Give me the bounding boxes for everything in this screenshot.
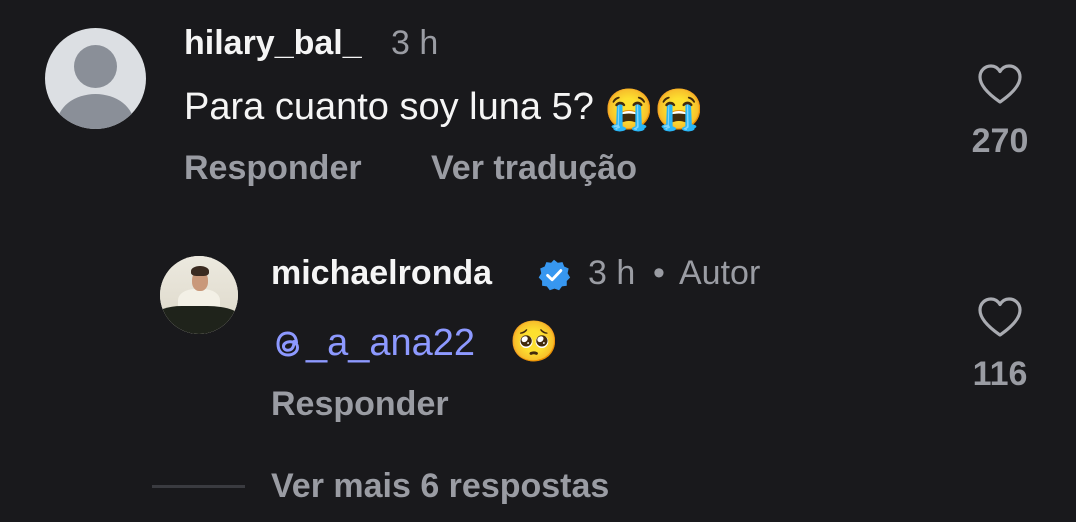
reply-username[interactable]: michaelronda bbox=[271, 254, 492, 293]
pleading-face-icon: 🥺 bbox=[509, 320, 559, 364]
avatar[interactable] bbox=[160, 256, 238, 334]
heart-icon[interactable] bbox=[976, 62, 1024, 106]
comment-text-body: Para cuanto soy luna 5? bbox=[184, 86, 594, 128]
crying-face-icon: 😭 bbox=[604, 88, 655, 132]
mention-link[interactable]: _a_ana22 bbox=[306, 322, 475, 365]
reply-button[interactable]: Responder bbox=[271, 385, 449, 424]
reply-button[interactable]: Responder bbox=[184, 149, 362, 188]
like-count[interactable]: 116 bbox=[960, 355, 1040, 394]
avatar[interactable] bbox=[45, 28, 146, 129]
comment-username[interactable]: hilary_bal_ bbox=[184, 24, 362, 63]
heart-icon[interactable] bbox=[976, 295, 1024, 339]
like-count[interactable]: 270 bbox=[960, 122, 1040, 161]
threads-icon bbox=[276, 331, 300, 357]
crying-face-icon: 😭 bbox=[654, 88, 705, 132]
see-translation-button[interactable]: Ver tradução bbox=[431, 149, 637, 188]
reply-timestamp: 3 h bbox=[588, 254, 636, 292]
comment-timestamp: 3 h bbox=[391, 24, 439, 62]
author-badge: Autor bbox=[679, 254, 761, 292]
thread-divider bbox=[152, 485, 245, 488]
separator-dot: • bbox=[653, 254, 665, 292]
verified-badge-icon bbox=[538, 259, 571, 291]
default-avatar-icon bbox=[74, 45, 117, 88]
view-more-replies-button[interactable]: Ver mais 6 respostas bbox=[271, 467, 609, 506]
comment-text: Para cuanto soy luna 5? 😭😭 bbox=[184, 86, 704, 130]
